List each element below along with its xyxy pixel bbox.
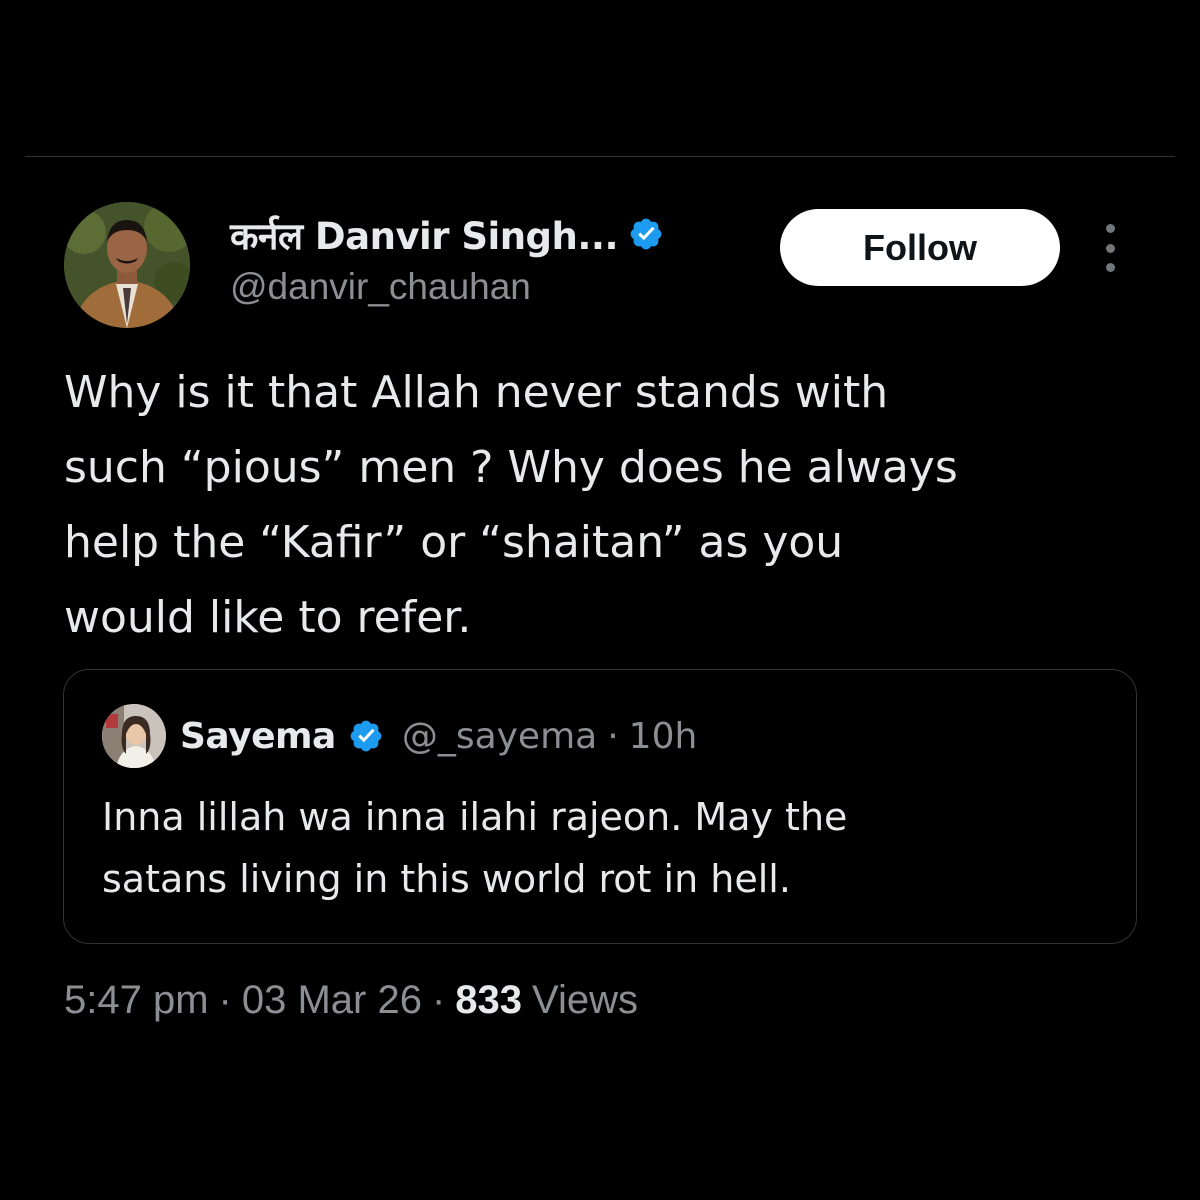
quoted-author-name[interactable]: Sayema (180, 716, 336, 757)
tweet-text: Why is it that Allah never stands with s… (64, 355, 1154, 655)
verified-badge-icon (628, 216, 664, 252)
follow-button[interactable]: Follow (780, 209, 1060, 286)
quoted-author-handle[interactable]: @_sayema (402, 716, 597, 757)
tweet-time[interactable]: 5:47 pm (64, 978, 209, 1023)
author-name-row[interactable]: कर्नल Danvir Singh... (230, 208, 664, 260)
quoted-tweet-time[interactable]: 10h (629, 716, 698, 757)
top-divider (25, 156, 1175, 157)
verified-badge-icon (348, 718, 384, 754)
author-handle[interactable]: @danvir_chauhan (230, 266, 531, 308)
tweet-text-line: such “pious” men ? Why does he always (64, 442, 958, 493)
person-avatar-icon (102, 704, 166, 768)
tweet-text-line: Why is it that Allah never stands with (64, 367, 889, 418)
quoted-author-avatar[interactable] (102, 704, 166, 768)
person-avatar-icon (64, 202, 190, 328)
more-dot (1105, 243, 1115, 253)
tweet-text-line: help the “Kafir” or “shaitan” as you (64, 517, 844, 568)
separator-dot: · (607, 715, 619, 757)
more-dot (1105, 263, 1115, 272)
tweet-date[interactable]: 03 Mar 26 (242, 978, 422, 1023)
separator-dot: · (218, 977, 232, 1022)
more-dot (1105, 224, 1115, 233)
quoted-tweet-text: Inna lillah wa inna ilahi rajeon. May th… (102, 786, 1102, 910)
quoted-text-line: satans living in this world rot in hell. (102, 857, 791, 901)
views-count[interactable]: 833 (455, 978, 522, 1023)
separator-dot: · (431, 977, 446, 1022)
tweet-meta: 5:47 pm · 03 Mar 26 · 833 Views (64, 974, 638, 1026)
tweet-text-line: would like to refer. (64, 592, 472, 643)
quoted-tweet-header[interactable]: Sayema @_sayema · 10h (180, 710, 697, 762)
more-vertical-icon[interactable] (1094, 224, 1126, 272)
quoted-tweet-card[interactable]: Sayema @_sayema · 10h Inna lillah wa inn… (63, 669, 1137, 944)
author-display-name[interactable]: कर्नल Danvir Singh... (230, 209, 619, 260)
views-label[interactable]: Views (532, 978, 638, 1023)
quoted-text-line: Inna lillah wa inna ilahi rajeon. May th… (102, 795, 848, 839)
author-avatar[interactable] (64, 202, 190, 328)
